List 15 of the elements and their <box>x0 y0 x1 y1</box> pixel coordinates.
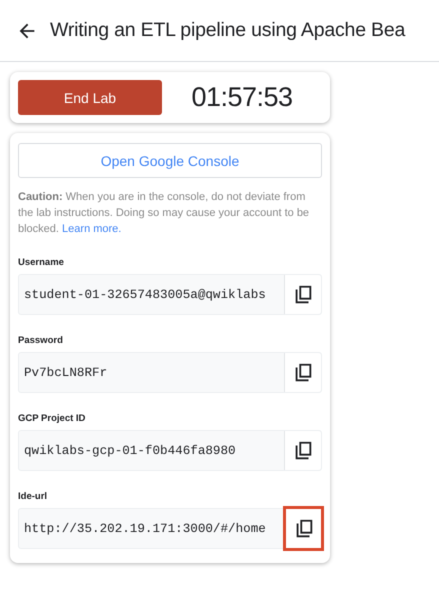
open-console-button[interactable]: Open Google Console <box>18 143 322 178</box>
end-lab-button[interactable]: End Lab <box>18 80 162 115</box>
field-label: Username <box>18 257 64 268</box>
credential-field[interactable]: http://35.202.19.171:3000/#/home <box>18 508 322 549</box>
caution-text: Caution: When you are in the console, do not deviate from the lab instructions. Doing so may cause your account to be blocked. Learn more. <box>18 190 310 237</box>
credential-field[interactable]: Pv7bcLN8RFr <box>18 352 322 393</box>
field-label: Password <box>18 335 63 346</box>
copy-button[interactable] <box>283 506 324 551</box>
learn-more-link[interactable]: Learn more. <box>62 223 122 235</box>
countdown-timer: 01:57:53 <box>190 82 294 113</box>
page-title: Writing an ETL pipeline using Apache Bea <box>50 19 406 42</box>
credential-field[interactable]: student-01-32657483005a@qwiklabs <box>18 274 322 315</box>
field-label: Ide-url <box>18 491 48 502</box>
field-label: GCP Project ID <box>18 413 86 424</box>
credential-field[interactable]: qwiklabs-gcp-01-f0b446fa8980 <box>18 430 322 471</box>
